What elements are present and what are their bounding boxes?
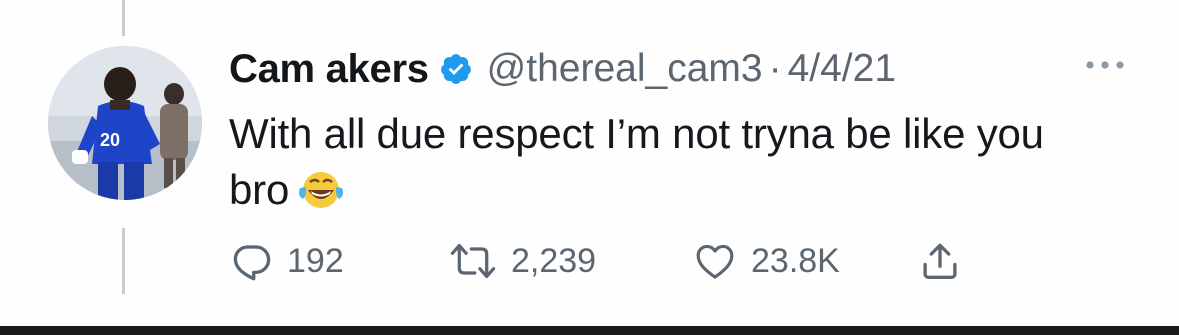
reply-bubble-icon (231, 240, 273, 282)
tweet-text: With all due respect I’m not tryna be li… (229, 106, 1149, 218)
display-name[interactable]: Cam akers (229, 47, 429, 92)
avatar[interactable]: 20 (48, 46, 202, 200)
tweet-text-line-1: With all due respect I’m not tryna be li… (229, 110, 1044, 157)
thread-line-top (122, 0, 125, 36)
reply-button[interactable]: 192 (231, 236, 344, 286)
user-handle[interactable]: @thereal_cam3 (487, 47, 763, 91)
reply-count: 192 (287, 241, 344, 280)
like-count: 23.8K (751, 241, 840, 280)
bottom-divider (0, 326, 1179, 335)
tweet-text-line-2-text: bro (229, 166, 290, 213)
tweet-actions: 192 2,239 23.8K (229, 236, 1129, 286)
thread-line-bottom (122, 228, 125, 294)
tweet-header: Cam akers @thereal_cam3 · 4/4/21 (229, 44, 896, 94)
like-button[interactable]: 23.8K (693, 236, 840, 286)
share-upload-icon (919, 240, 961, 282)
face-with-tears-of-joy-icon (297, 168, 345, 210)
share-button[interactable] (919, 236, 961, 286)
retweet-icon (449, 240, 497, 282)
tweet-card[interactable]: 20 Cam akers @thereal_cam3 · 4/4/21 With… (0, 0, 1179, 335)
more-horizontal-icon[interactable] (1083, 58, 1127, 72)
heart-icon (693, 240, 737, 282)
separator-dot: · (768, 47, 782, 90)
retweet-button[interactable]: 2,239 (449, 236, 596, 286)
tweet-text-line-2: bro (229, 162, 1149, 218)
svg-text:20: 20 (100, 130, 120, 150)
verified-badge-icon (439, 52, 473, 86)
tweet-date[interactable]: 4/4/21 (788, 47, 896, 91)
retweet-count: 2,239 (511, 241, 597, 280)
